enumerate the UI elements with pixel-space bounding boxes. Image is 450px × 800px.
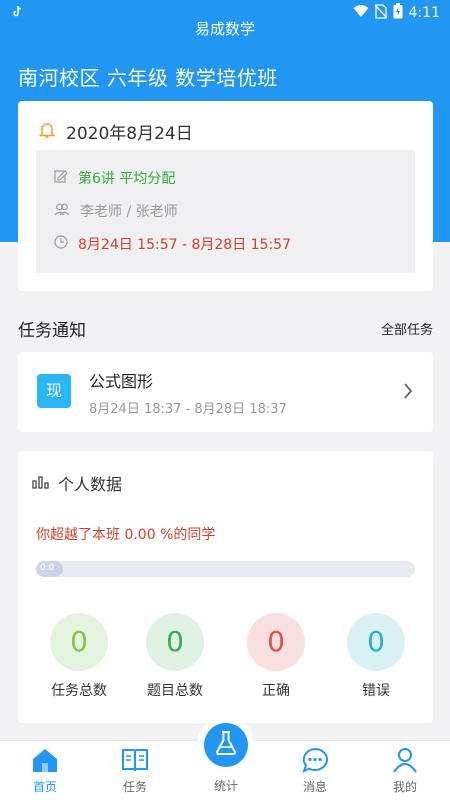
stat-wrong[interactable]: 0 错误 — [331, 613, 421, 700]
lesson-card[interactable]: 2020年8月24日 第6讲 平均分配 李老师 / 张老师 8月24日 15:5… — [18, 101, 433, 291]
nav-home-label: 首页 — [32, 780, 57, 794]
stat-question-total[interactable]: 0 题目总数 — [130, 613, 220, 700]
teachers-icon — [54, 202, 70, 220]
stat-label: 错误 — [362, 683, 390, 699]
stat-correct[interactable]: 0 正确 — [231, 613, 321, 700]
stat-label: 正确 — [262, 683, 290, 699]
stat-label: 任务总数 — [51, 683, 107, 699]
personal-data-card: 个人数据 你超越了本班 0.00 %的同学 0.0 0 任务总数 0 题目总数 … — [18, 451, 433, 723]
stat-label: 题目总数 — [147, 683, 203, 699]
nav-tasks[interactable]: 任务 — [100, 747, 170, 795]
personal-data-title: 个人数据 — [58, 475, 123, 494]
task-time-range: 8月24日 18:37 - 8月28日 18:37 — [89, 402, 287, 417]
nav-home[interactable]: 首页 — [10, 747, 80, 795]
nav-stats-label: 统计 — [213, 779, 238, 793]
stats-button-circle — [204, 723, 248, 767]
task-type-badge: 现 — [37, 374, 71, 408]
class-title: 南河校区 六年级 数学培优班 — [18, 66, 278, 90]
edit-icon — [54, 169, 68, 187]
stat-value: 0 — [50, 613, 108, 671]
stat-value: 0 — [146, 613, 204, 671]
lesson-date: 2020年8月24日 — [66, 124, 193, 144]
nav-mine-label: 我的 — [392, 780, 417, 794]
stats-center-button[interactable] — [197, 716, 255, 774]
nav-tasks-label: 任务 — [122, 780, 147, 794]
book-icon — [121, 749, 149, 776]
chevron-right-icon — [403, 382, 413, 404]
chat-icon — [301, 747, 329, 776]
nav-messages-label: 消息 — [302, 780, 327, 794]
bell-icon — [38, 121, 56, 143]
stat-value: 0 — [347, 613, 405, 671]
lesson-time-range: 8月24日 15:57 - 8月28日 15:57 — [78, 237, 291, 253]
stat-task-total[interactable]: 0 任务总数 — [34, 613, 124, 700]
nav-mine[interactable]: 我的 — [370, 747, 440, 795]
stat-value: 0 — [247, 613, 305, 671]
home-icon — [31, 749, 59, 776]
nav-messages[interactable]: 消息 — [280, 747, 350, 795]
lesson-info-box: 第6讲 平均分配 李老师 / 张老师 8月24日 15:57 - 8月28日 1… — [36, 150, 415, 273]
all-tasks-link[interactable]: 全部任务 — [381, 319, 433, 338]
clock-icon — [54, 235, 68, 253]
class-rank-text: 你超越了本班 0.00 %的同学 — [36, 527, 216, 543]
app-title: 易成数学 — [194, 20, 255, 38]
flask-icon — [214, 730, 238, 760]
rank-progress-bar: 0.0 — [36, 561, 415, 577]
task-item[interactable]: 现 公式图形 8月24日 18:37 - 8月28日 18:37 — [18, 352, 433, 432]
user-icon — [391, 748, 419, 776]
lesson-name: 第6讲 平均分配 — [78, 171, 176, 187]
bar-chart-icon — [32, 473, 50, 493]
tasks-section-header: 任务通知 全部任务 — [18, 316, 433, 341]
progress-label: 0.0 — [40, 563, 55, 573]
lesson-teachers: 李老师 / 张老师 — [80, 204, 178, 220]
tasks-section-title: 任务通知 — [18, 321, 86, 341]
task-name: 公式图形 — [89, 372, 154, 391]
